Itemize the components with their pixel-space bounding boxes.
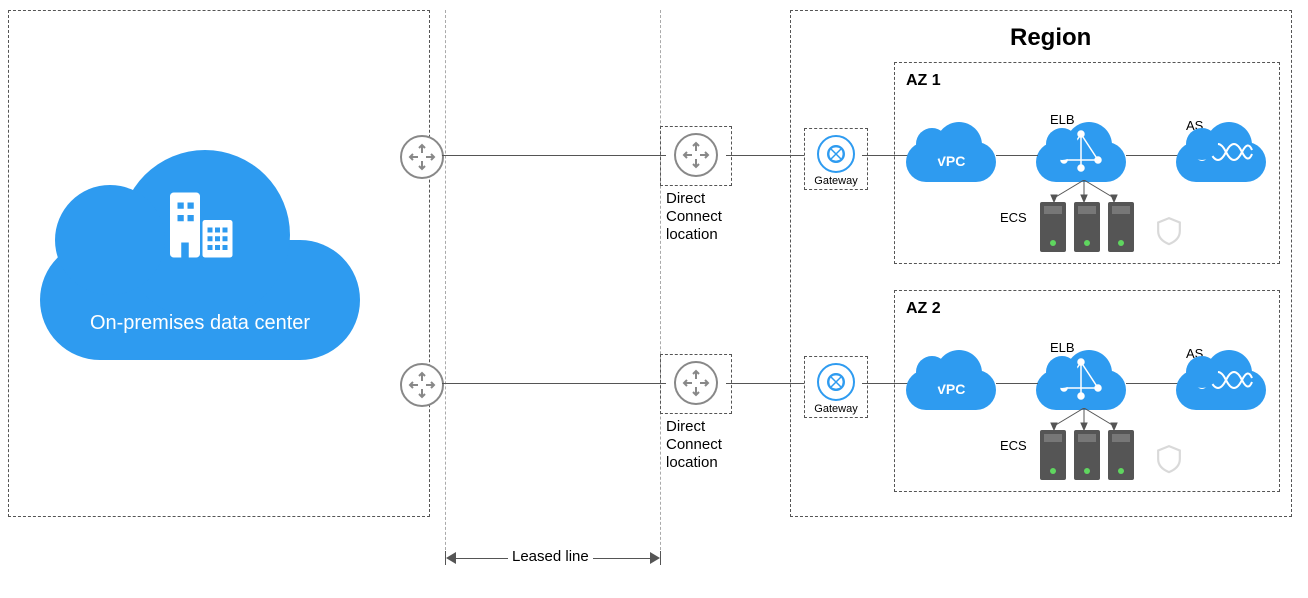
elb-fanout-icon <box>1034 180 1134 204</box>
leased-line-left-tick-track <box>445 10 447 565</box>
onprem-cloud-icon: On-premises data center <box>40 240 360 360</box>
elb-label: ELB <box>1050 112 1075 127</box>
leased-line-label: Leased line <box>508 548 593 565</box>
elb-cloud-icon <box>1036 370 1126 410</box>
server-icon <box>1108 202 1134 252</box>
direct-connect-box <box>660 354 732 414</box>
server-icon <box>1040 202 1066 252</box>
vpc-cloud-icon: VPC <box>906 370 996 410</box>
connection-line <box>1126 155 1178 156</box>
direct-connect-box <box>660 126 732 186</box>
elb-cloud-icon <box>1036 142 1126 182</box>
router-icon <box>400 363 444 407</box>
elb-label: ELB <box>1050 340 1075 355</box>
router-icon <box>674 361 718 405</box>
elb-fanout-icon <box>1034 408 1134 432</box>
building-icon <box>160 185 240 265</box>
onprem-title: On-premises data center <box>40 312 360 335</box>
dc1-label2: Connect <box>666 208 722 225</box>
arrow-right-icon <box>650 552 660 564</box>
connection-line <box>996 383 1038 384</box>
ecs-label: ECS <box>1000 438 1027 453</box>
as-cloud-icon <box>1176 370 1266 410</box>
connection-line <box>442 155 666 156</box>
gateway-icon <box>817 135 855 173</box>
connection-line <box>996 155 1038 156</box>
connection-line <box>1126 383 1178 384</box>
ecs-label: ECS <box>1000 210 1027 225</box>
dc1-label1: Direct <box>666 190 705 207</box>
tick-mark <box>660 551 661 565</box>
dc2-label2: Connect <box>666 436 722 453</box>
as-cloud-icon <box>1176 142 1266 182</box>
server-icon <box>1108 430 1134 480</box>
router-icon <box>674 133 718 177</box>
shield-icon <box>1156 216 1182 246</box>
region-title: Region <box>1010 24 1091 52</box>
connection-line <box>442 383 666 384</box>
tick-mark <box>445 551 446 565</box>
gateway-box: Gateway <box>804 356 868 418</box>
gateway-label: Gateway <box>809 403 863 415</box>
az2-title: AZ 2 <box>906 300 941 318</box>
dc2-label3: location <box>666 454 718 471</box>
vpc-label: VPC <box>906 381 996 397</box>
arrow-left-icon <box>446 552 456 564</box>
server-icon <box>1040 430 1066 480</box>
leased-line-right-tick-track <box>660 10 662 565</box>
gateway-box: Gateway <box>804 128 868 190</box>
gateway-icon <box>817 363 855 401</box>
router-icon <box>400 135 444 179</box>
vpc-label: VPC <box>906 153 996 169</box>
dc2-label1: Direct <box>666 418 705 435</box>
dc1-label3: location <box>666 226 718 243</box>
gateway-label: Gateway <box>809 175 863 187</box>
server-icon <box>1074 430 1100 480</box>
vpc-cloud-icon: VPC <box>906 142 996 182</box>
server-icon <box>1074 202 1100 252</box>
az1-title: AZ 1 <box>906 72 941 90</box>
shield-icon <box>1156 444 1182 474</box>
